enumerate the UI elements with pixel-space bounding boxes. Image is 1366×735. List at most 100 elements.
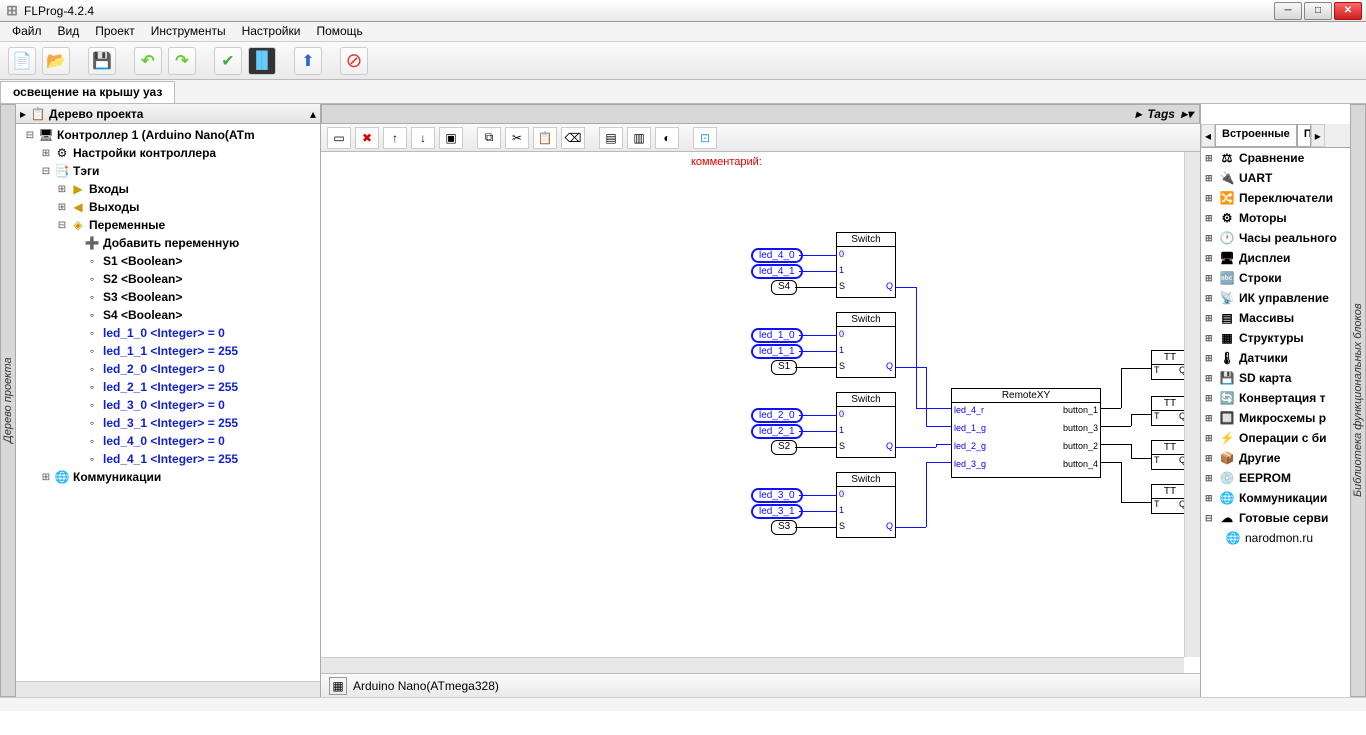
lib-uart[interactable]: ⊞🔌UART [1201, 168, 1350, 188]
var-led21[interactable]: led_2_1 [751, 424, 803, 439]
new-button[interactable]: 📄 [8, 47, 36, 75]
lib-narodmon[interactable]: 🌐narodmon.ru [1201, 528, 1350, 548]
compile-button[interactable]: ▐▌ [248, 47, 276, 75]
rtab-nav-left[interactable]: ◂ [1201, 124, 1215, 147]
library-list[interactable]: ⊞⚖Сравнение ⊞🔌UART ⊞🔀Переключатели ⊞⚙Мот… [1201, 148, 1350, 697]
rtab-nav-right[interactable]: ▸ [1311, 124, 1325, 147]
switch-block-2[interactable]: Switch 0 1 S Q [836, 312, 896, 378]
lib-motors[interactable]: ⊞⚙Моторы [1201, 208, 1350, 228]
project-tab[interactable]: освещение на крышу уаз [0, 81, 175, 103]
rtab-builtin[interactable]: Встроенные [1215, 124, 1297, 147]
ctool-12[interactable]: ◐ [655, 127, 679, 149]
tree-outputs[interactable]: ⊞◀Выходы [16, 198, 320, 216]
var-led11[interactable]: led_1_1 [751, 344, 803, 359]
tree-tags[interactable]: ⊟📑Тэги [16, 162, 320, 180]
lib-eeprom[interactable]: ⊞💿EEPROM [1201, 468, 1350, 488]
menu-project[interactable]: Проект [87, 22, 143, 41]
stop-button[interactable]: ⊘ [340, 47, 368, 75]
tree-var-led30[interactable]: ◦led_3_0 <Integer> = 0 [16, 396, 320, 414]
ctool-down[interactable]: ↓ [411, 127, 435, 149]
minimize-button[interactable]: ─ [1274, 2, 1302, 20]
var-led31[interactable]: led_3_1 [751, 504, 803, 519]
tree-inputs[interactable]: ⊞▶Входы [16, 180, 320, 198]
tree-var-led10[interactable]: ◦led_1_0 <Integer> = 0 [16, 324, 320, 342]
remotexy-block[interactable]: RemoteXY led_4_r led_1_g led_2_g led_3_g… [951, 388, 1101, 478]
lib-ir[interactable]: ⊞📡ИК управление [1201, 288, 1350, 308]
lib-convert[interactable]: ⊞🔄Конвертация т [1201, 388, 1350, 408]
right-vtab-library[interactable]: Библиотека функциональных блоков [1350, 104, 1366, 697]
maximize-button[interactable]: □ [1304, 2, 1332, 20]
close-button[interactable]: ✕ [1334, 2, 1362, 20]
lib-strings[interactable]: ⊞🔤Строки [1201, 268, 1350, 288]
lib-compare[interactable]: ⊞⚖Сравнение [1201, 148, 1350, 168]
tree-var-s4[interactable]: ◦S4 <Boolean> [16, 306, 320, 324]
lib-sd[interactable]: ⊞💾SD карта [1201, 368, 1350, 388]
ctool-paste[interactable]: 📋 [533, 127, 557, 149]
tree-var-led31[interactable]: ◦led_3_1 <Integer> = 255 [16, 414, 320, 432]
lib-structs[interactable]: ⊞▦Структуры [1201, 328, 1350, 348]
panel-collapse-icon[interactable]: ▴ [310, 107, 316, 121]
save-button[interactable]: 💾 [88, 47, 116, 75]
lib-rtc[interactable]: ⊞🕐Часы реального [1201, 228, 1350, 248]
tree-hscroll[interactable] [16, 681, 320, 697]
var-led30[interactable]: led_3_0 [751, 488, 803, 503]
lib-services[interactable]: ⊟☁Готовые серви [1201, 508, 1350, 528]
var-s4[interactable]: S4 [771, 280, 797, 295]
lib-chips[interactable]: ⊞🔲Микросхемы р [1201, 408, 1350, 428]
left-vtab-project-tree[interactable]: Дерево проекта [0, 104, 16, 697]
menu-tools[interactable]: Инструменты [143, 22, 234, 41]
lib-sensors[interactable]: ⊞🌡Датчики [1201, 348, 1350, 368]
tree-var-s1[interactable]: ◦S1 <Boolean> [16, 252, 320, 270]
tree-var-led41[interactable]: ◦led_4_1 <Integer> = 255 [16, 450, 320, 468]
menu-view[interactable]: Вид [50, 22, 88, 41]
tree-var-led40[interactable]: ◦led_4_0 <Integer> = 0 [16, 432, 320, 450]
diagram-canvas[interactable]: комментарий: Switch 0 1 S Q Switch 0 1 S… [321, 152, 1200, 673]
var-led20[interactable]: led_2_0 [751, 408, 803, 423]
lib-switches[interactable]: ⊞🔀Переключатели [1201, 188, 1350, 208]
ctool-1[interactable]: ▭ [327, 127, 351, 149]
lib-displays[interactable]: ⊞🖥Дисплеи [1201, 248, 1350, 268]
check-button[interactable]: ✔ [214, 47, 242, 75]
var-led40[interactable]: led_4_0 [751, 248, 803, 263]
tree-controller-settings[interactable]: ⊞⚙Настройки контроллера [16, 144, 320, 162]
ctool-13[interactable]: ⊡ [693, 127, 717, 149]
ctool-del[interactable]: ⌫ [561, 127, 585, 149]
ctool-5[interactable]: ▣ [439, 127, 463, 149]
switch-block-4[interactable]: Switch 0 1 S Q [836, 472, 896, 538]
ctool-cut[interactable]: ✂ [505, 127, 529, 149]
lib-arrays[interactable]: ⊞▤Массивы [1201, 308, 1350, 328]
open-button[interactable]: 📂 [42, 47, 70, 75]
ctool-11[interactable]: ▥ [627, 127, 651, 149]
menu-help[interactable]: Помощь [308, 22, 370, 41]
ctool-10[interactable]: ▤ [599, 127, 623, 149]
tree-var-led20[interactable]: ◦led_2_0 <Integer> = 0 [16, 360, 320, 378]
var-led41[interactable]: led_4_1 [751, 264, 803, 279]
lib-comm[interactable]: ⊞🌐Коммуникации [1201, 488, 1350, 508]
tree-add-variable[interactable]: ➕Добавить переменную [16, 234, 320, 252]
tree-controller[interactable]: ⊟🖥Контроллер 1 (Arduino Nano(ATm [16, 126, 320, 144]
switch-block-3[interactable]: Switch 0 1 S Q [836, 392, 896, 458]
redo-button[interactable]: ↷ [168, 47, 196, 75]
ctool-2[interactable]: ✖ [355, 127, 379, 149]
rtab-other[interactable]: П [1297, 124, 1311, 147]
menu-file[interactable]: Файл [4, 22, 50, 41]
undo-button[interactable]: ↶ [134, 47, 162, 75]
switch-block-1[interactable]: Switch 0 1 S Q [836, 232, 896, 298]
canvas-vscroll[interactable] [1184, 152, 1200, 657]
tree-variables[interactable]: ⊟◈Переменные [16, 216, 320, 234]
tags-tab-header[interactable]: ▸Tags▸▾ [321, 104, 1200, 124]
var-s3[interactable]: S3 [771, 520, 797, 535]
menu-settings[interactable]: Настройки [234, 22, 309, 41]
canvas-hscroll[interactable] [321, 657, 1184, 673]
tree-var-s2[interactable]: ◦S2 <Boolean> [16, 270, 320, 288]
project-tree[interactable]: ⊟🖥Контроллер 1 (Arduino Nano(ATm ⊞⚙Настр… [16, 124, 320, 681]
lib-other[interactable]: ⊞📦Другие [1201, 448, 1350, 468]
var-s2[interactable]: S2 [771, 440, 797, 455]
var-led10[interactable]: led_1_0 [751, 328, 803, 343]
panel-toggle-icon[interactable]: ▸ [20, 107, 26, 121]
tree-var-led11[interactable]: ◦led_1_1 <Integer> = 255 [16, 342, 320, 360]
lib-bitops[interactable]: ⊞⚡Операции с би [1201, 428, 1350, 448]
ctool-copy[interactable]: ⧉ [477, 127, 501, 149]
tree-communications[interactable]: ⊞🌐Коммуникации [16, 468, 320, 486]
ctool-up[interactable]: ↑ [383, 127, 407, 149]
